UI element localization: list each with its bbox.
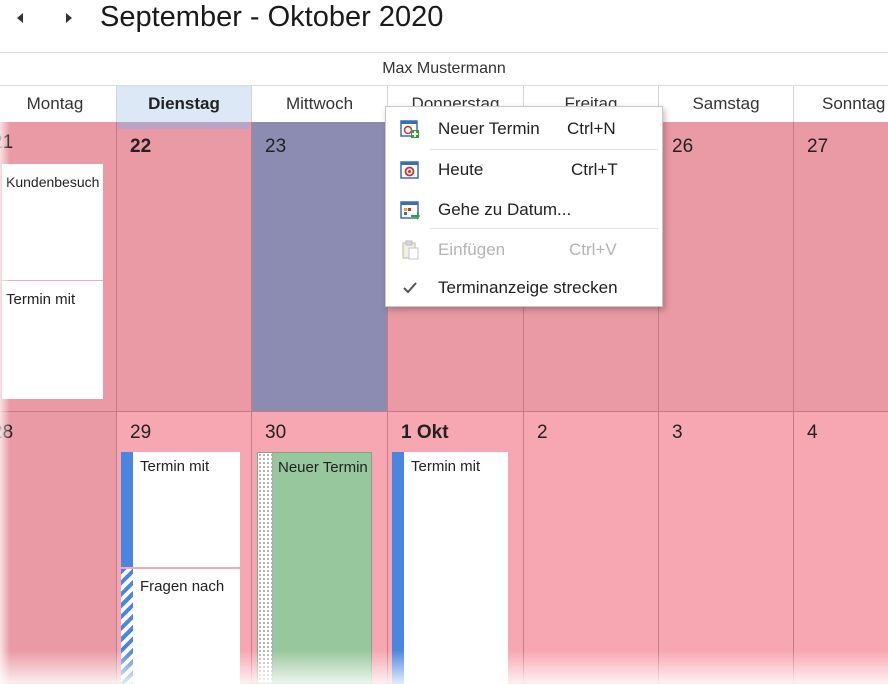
appointment-title: Fragen nach: [140, 578, 225, 595]
day-number: 30: [265, 422, 287, 443]
appointment[interactable]: Termin mit: [121, 452, 240, 568]
appointment-title: Termin mit: [411, 458, 481, 475]
menu-item-shortcut: Ctrl+V: [569, 240, 617, 259]
day-cell[interactable]: 21 Kundenbesuch Termin mit: [0, 122, 117, 412]
day-cell[interactable]: 28: [0, 412, 117, 684]
menu-item-label: Gehe zu Datum...: [438, 200, 572, 219]
menu-item-new-appointment[interactable]: Neuer Termin Ctrl+N: [386, 112, 662, 146]
day-header-monday[interactable]: Montag: [0, 86, 117, 122]
menu-item-label: Heute: [438, 160, 484, 179]
appointment-title: Termin mit: [140, 458, 210, 475]
day-number: 26: [672, 136, 694, 157]
day-number: 22: [130, 136, 152, 157]
next-arrow-icon[interactable]: [62, 8, 76, 28]
day-number: 4: [807, 422, 818, 443]
paste-icon: [400, 240, 420, 260]
day-cell[interactable]: 1 Okt Termin mit: [388, 412, 524, 684]
day-cell-today[interactable]: 22: [117, 122, 252, 412]
day-number: 27: [807, 136, 829, 157]
day-number: 3: [672, 422, 683, 443]
menu-item-label: Neuer Termin: [438, 119, 540, 138]
previous-arrow-icon[interactable]: [13, 8, 27, 28]
day-number: 28: [0, 422, 14, 443]
day-header-tuesday[interactable]: Dienstag: [117, 86, 252, 122]
day-cell[interactable]: 30 Neuer Termin: [252, 412, 388, 684]
day-cell[interactable]: 29 Termin mit Fragen nach: [117, 412, 252, 684]
day-header-sunday[interactable]: Sonntag: [794, 86, 888, 122]
appointment[interactable]: Termin mit: [2, 281, 103, 399]
calendar-title: September - Oktober 2020: [100, 1, 444, 33]
day-cell-selected[interactable]: 23: [252, 122, 388, 412]
goto-date-icon: [400, 200, 420, 220]
owner-name: Max Mustermann: [382, 60, 506, 77]
appointment[interactable]: Neuer Termin: [257, 452, 372, 684]
today-icon: [400, 160, 420, 180]
appointment-status-bar: [121, 452, 133, 567]
menu-item-shortcut: Ctrl+N: [567, 119, 616, 138]
day-header-saturday[interactable]: Samstag: [659, 86, 794, 122]
appointment-status-bar: [392, 452, 404, 684]
new-appointment-icon: [400, 119, 420, 139]
menu-item-goto-date[interactable]: Gehe zu Datum...: [386, 193, 662, 227]
day-cell[interactable]: 3: [659, 412, 794, 684]
appointment-title: Neuer Termin: [278, 459, 368, 476]
day-cell[interactable]: 27: [794, 122, 888, 412]
checkmark-icon: [400, 278, 420, 298]
menu-item-shortcut: Ctrl+T: [571, 160, 618, 179]
day-cell[interactable]: 26: [659, 122, 794, 412]
owner-bar: Max Mustermann: [0, 52, 888, 86]
appointment[interactable]: Termin mit: [392, 452, 508, 684]
day-number: 23: [265, 136, 287, 157]
day-number: 21: [0, 132, 14, 153]
day-number: 2: [537, 422, 548, 443]
menu-item-paste[interactable]: Einfügen Ctrl+V: [386, 233, 662, 267]
appointment-status-bar: [121, 569, 133, 684]
appointment[interactable]: Fragen nach: [121, 569, 240, 684]
day-number: 1 Okt: [401, 422, 449, 443]
menu-item-stretch-appointments[interactable]: Terminanzeige strecken: [386, 271, 662, 305]
menu-item-label: Terminanzeige strecken: [438, 278, 618, 297]
appointment[interactable]: Kundenbesuch: [2, 164, 103, 281]
appointment-title: Termin mit: [6, 291, 76, 308]
today-indicator: [117, 122, 250, 129]
menu-separator: [430, 228, 658, 229]
menu-separator: [430, 149, 658, 150]
day-cell[interactable]: 2: [524, 412, 659, 684]
day-number: 29: [130, 422, 152, 443]
day-cell[interactable]: 4: [794, 412, 888, 684]
menu-item-label: Einfügen: [438, 240, 506, 259]
appointment-title: Kundenbesuch: [6, 174, 100, 190]
menu-item-today[interactable]: Heute Ctrl+T: [386, 153, 662, 187]
day-header-wednesday[interactable]: Mittwoch: [252, 86, 388, 122]
context-menu: Neuer Termin Ctrl+N Heute Ctrl+T Gehe zu…: [385, 106, 663, 307]
appointment-status-bar: [258, 453, 273, 683]
